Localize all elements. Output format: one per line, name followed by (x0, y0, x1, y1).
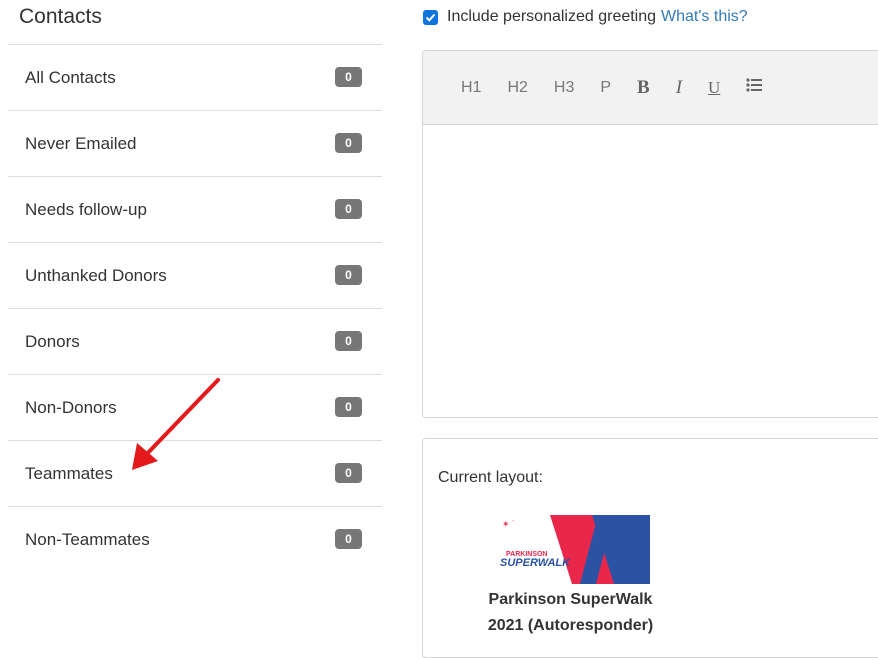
italic-button[interactable]: I (676, 77, 682, 99)
count-badge: 0 (335, 133, 362, 153)
count-badge: 0 (335, 529, 362, 549)
heading1-button[interactable]: H1 (461, 79, 481, 97)
filter-needs-follow-up[interactable]: Needs follow-up 0 (8, 176, 382, 242)
filter-label: Needs follow-up (25, 199, 147, 219)
greeting-label: Include personalized greeting (447, 8, 657, 25)
count-badge: 0 (335, 265, 362, 285)
filter-label: Never Emailed (25, 133, 137, 153)
editor-body[interactable] (423, 125, 878, 417)
checkmark-icon (425, 13, 436, 22)
whats-this-link[interactable]: What's this? (661, 8, 748, 26)
contact-filter-list: All Contacts 0 Never Emailed 0 Needs fol… (8, 44, 382, 572)
count-badge: 0 (335, 67, 362, 87)
filter-label: Non-Donors (25, 397, 117, 417)
svg-text:✶ ˙: ✶ ˙ (502, 519, 515, 529)
filter-never-emailed[interactable]: Never Emailed 0 (8, 110, 382, 176)
annotation-arrow (132, 378, 220, 470)
filter-unthanked-donors[interactable]: Unthanked Donors 0 (8, 242, 382, 308)
count-badge: 0 (335, 463, 362, 483)
filter-non-teammates[interactable]: Non-Teammates 0 (8, 506, 382, 572)
editor-toolbar: H1 H2 H3 P B I U (423, 51, 878, 125)
filter-label: Teammates (25, 463, 113, 483)
greeting-checkbox[interactable] (423, 9, 438, 25)
personalized-greeting-option: Include personalized greeting What's thi… (423, 8, 748, 26)
heading3-button[interactable]: H3 (554, 79, 574, 97)
filter-label: All Contacts (25, 67, 116, 87)
paragraph-button[interactable]: P (600, 79, 611, 97)
layout-panel: Current layout: ✶ ˙ PARKINSON SUPERWALK … (422, 438, 878, 658)
parkinson-superwalk-logo[interactable]: ✶ ˙ PARKINSON SUPERWALK (496, 515, 650, 584)
filter-all-contacts[interactable]: All Contacts 0 (8, 44, 382, 110)
sidebar-title: Contacts (19, 5, 102, 28)
count-badge: 0 (335, 199, 362, 219)
layout-caption-line2: 2021 (Autoresponder) (487, 617, 654, 634)
count-badge: 0 (335, 331, 362, 351)
count-badge: 0 (335, 397, 362, 417)
current-layout-label: Current layout: (438, 469, 543, 486)
list-icon[interactable] (746, 78, 763, 97)
message-editor: H1 H2 H3 P B I U (422, 50, 878, 418)
underline-button[interactable]: U (708, 78, 720, 98)
layout-caption-line1: Parkinson SuperWalk (488, 591, 653, 608)
filter-label: Unthanked Donors (25, 265, 167, 285)
svg-text:SUPERWALK: SUPERWALK (500, 557, 571, 569)
filter-label: Non-Teammates (25, 529, 150, 549)
filter-label: Donors (25, 331, 80, 351)
heading2-button[interactable]: H2 (507, 79, 527, 97)
filter-donors[interactable]: Donors 0 (8, 308, 382, 374)
bold-button[interactable]: B (637, 77, 650, 99)
layout-caption: Parkinson SuperWalk 2021 (Autoresponder) (453, 587, 688, 639)
